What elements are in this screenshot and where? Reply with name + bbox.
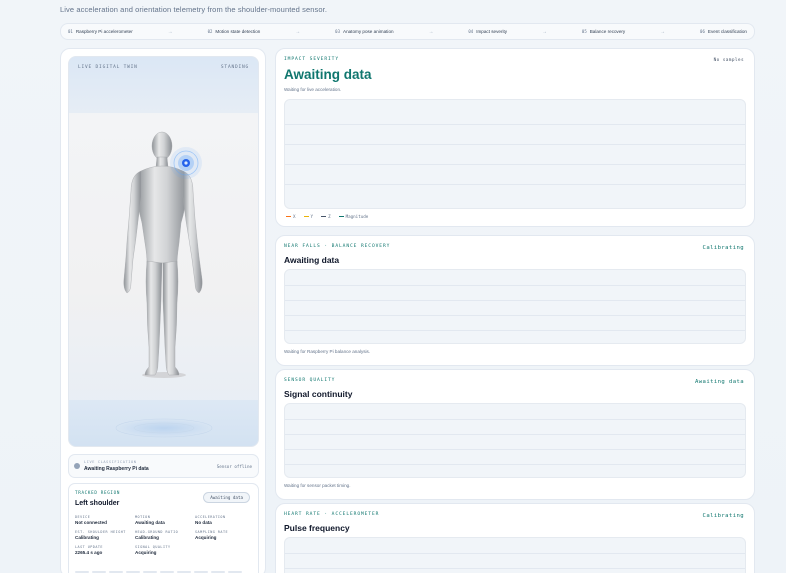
pipeline-bar: 01 Raspberry Pi accelerometer → 02 Motio… xyxy=(60,23,755,40)
step-number: 02 xyxy=(207,29,213,34)
heart-status: Calibrating xyxy=(702,513,744,519)
sensor-status: Sensor offline xyxy=(216,464,252,469)
impact-note: Waiting for live acceleration. xyxy=(284,87,342,92)
step-number: 04 xyxy=(468,29,474,34)
field-key: MOTION xyxy=(135,515,151,519)
arrow-right-icon: → xyxy=(542,28,547,35)
region-title: Left shoulder xyxy=(75,500,120,507)
step-label: Balance recovery xyxy=(589,29,626,34)
step-number: 01 xyxy=(68,29,73,34)
heart-plot xyxy=(284,537,746,573)
field-key: LAST UPDATE xyxy=(75,545,103,549)
field-value: Acquiring xyxy=(195,535,217,540)
step-label: Motion state detection xyxy=(215,29,261,34)
field-key: SIGNAL QUALITY xyxy=(135,545,171,549)
impact-legend: X Y Z Magnitude xyxy=(286,214,368,219)
pipeline-step-pose[interactable]: 03 Anatomy pose animation xyxy=(335,29,393,34)
tracked-region-card: TRACKED REGION Left shoulder Awaiting da… xyxy=(68,483,259,573)
step-label: Impact severity xyxy=(476,29,508,34)
near-falls-card: NEAR FALLS · BALANCE RECOVERY Calibratin… xyxy=(275,235,755,366)
legend-item-z: Z xyxy=(321,214,331,219)
status-dot xyxy=(74,463,80,469)
pipeline-step-accelerometer[interactable]: 01 Raspberry Pi accelerometer xyxy=(68,29,133,34)
field-device: DEVICE Not connected xyxy=(75,515,135,525)
pipeline-step-motion[interactable]: 02 Motion state detection xyxy=(208,29,261,34)
sensor-caption: SENSOR QUALITY xyxy=(284,378,336,383)
impact-caption: IMPACT SEVERITY xyxy=(284,57,339,62)
arrow-right-icon: → xyxy=(660,28,666,35)
field-value: No data xyxy=(195,520,212,525)
arrow-right-icon: → xyxy=(428,28,434,35)
shoulder-sensor-marker[interactable] xyxy=(170,147,202,179)
step-label: Raspberry Pi accelerometer xyxy=(75,29,133,34)
field-value: 2265.4 s ago xyxy=(75,550,103,555)
impact-title: Awaiting data xyxy=(284,67,372,82)
field-shoulder-height: EST. SHOULDER HEIGHT Calibrating xyxy=(75,530,135,540)
legend-item-x: X xyxy=(286,214,296,219)
nearfalls-title: Awaiting data xyxy=(284,255,340,265)
arrow-right-icon: → xyxy=(295,28,301,35)
step-number: 03 xyxy=(335,29,340,34)
field-key: ACCELERATION xyxy=(195,515,226,519)
impact-plot xyxy=(284,99,746,209)
field-key: DEVICE xyxy=(75,515,91,519)
heart-title: Pulse frequency xyxy=(284,523,350,533)
step-label: Event classification xyxy=(707,29,747,34)
region-caption: TRACKED REGION xyxy=(75,490,121,495)
field-key: EST. SHOULDER HEIGHT xyxy=(75,530,126,534)
field-acceleration: ACCELERATION No data xyxy=(195,515,255,525)
human-figure xyxy=(115,131,213,438)
field-value: Not connected xyxy=(75,520,107,525)
arrow-right-icon: → xyxy=(167,28,173,35)
live-classification: LIVE CLASSIFICATION Awaiting Raspberry P… xyxy=(68,454,259,478)
nearfalls-note: Waiting for Raspberry Pi balance analysi… xyxy=(284,349,371,354)
sensor-title: Signal continuity xyxy=(284,389,353,399)
impact-status: No samples xyxy=(713,58,744,63)
field-last-update: LAST UPDATE 2265.4 s ago xyxy=(75,545,135,555)
field-value: Acquiring xyxy=(135,550,157,555)
pipeline-step-classification[interactable]: 06 Event classification xyxy=(700,29,747,34)
legend-item-magnitude: Magnitude xyxy=(338,214,368,219)
page-subtitle: Live acceleration and orientation teleme… xyxy=(60,5,328,14)
sensor-status: Awaiting data xyxy=(695,379,744,385)
field-motion: MOTION Awaiting data xyxy=(135,515,195,525)
sensor-plot xyxy=(284,403,746,478)
field-key: HEAD-GROUND RATIO xyxy=(135,530,179,534)
sensor-quality-card: SENSOR QUALITY Awaiting data Signal cont… xyxy=(275,369,755,500)
nearfalls-plot xyxy=(284,269,746,344)
step-number: 06 xyxy=(700,29,705,34)
step-label: Anatomy pose animation xyxy=(343,29,394,34)
classification-value: Awaiting Raspberry Pi data xyxy=(84,466,149,472)
field-value: Awaiting data xyxy=(135,520,165,525)
nearfalls-caption: NEAR FALLS · BALANCE RECOVERY xyxy=(284,244,391,249)
field-head-ground-ratio: HEAD-GROUND RATIO Calibrating xyxy=(135,530,195,540)
heart-caption: HEART RATE · ACCELEROMETER xyxy=(284,512,380,517)
field-value: Calibrating xyxy=(75,535,99,540)
heart-rate-card: HEART RATE · ACCELEROMETER Calibrating P… xyxy=(275,503,755,573)
legend-item-y: Y xyxy=(303,214,313,219)
classification-caption: LIVE CLASSIFICATION xyxy=(84,460,137,464)
pipeline-step-impact[interactable]: 04 Impact severity xyxy=(468,29,507,34)
pipeline-step-balance[interactable]: 05 Balance recovery xyxy=(582,29,625,34)
field-value: Calibrating xyxy=(135,535,159,540)
region-fields: DEVICE Not connected MOTION Awaiting data … xyxy=(75,515,255,555)
field-sampling-rate: SAMPLING RATE Acquiring xyxy=(195,530,255,540)
impact-severity-card: IMPACT SEVERITY No samples Awaiting data… xyxy=(275,48,755,227)
region-status-badge: Awaiting data xyxy=(203,492,250,503)
nearfalls-status: Calibrating xyxy=(702,245,744,251)
field-signal-quality: SIGNAL QUALITY Acquiring xyxy=(135,545,195,555)
field-key: SAMPLING RATE xyxy=(195,530,229,534)
step-number: 05 xyxy=(581,29,587,34)
sensor-note: Waiting for sensor packet timing. xyxy=(284,483,351,488)
digital-twin-viewport[interactable]: LIVE DIGITAL TWIN STANDING xyxy=(68,56,259,447)
